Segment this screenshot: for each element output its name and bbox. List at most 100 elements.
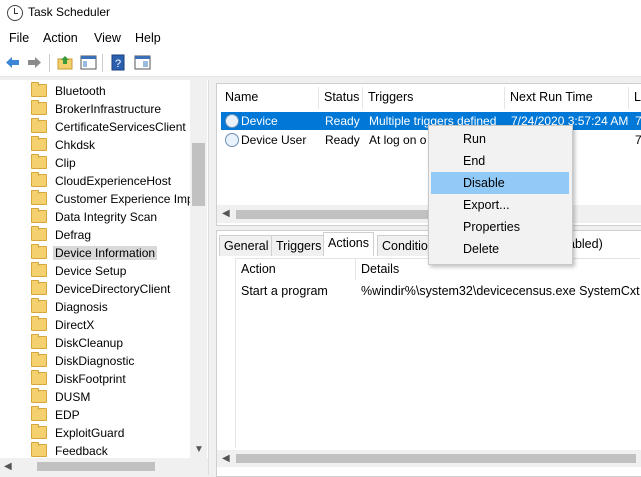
folder-icon (31, 244, 47, 259)
menu-item-export[interactable]: Export... (431, 194, 569, 216)
tree-item-label: ExploitGuard (55, 426, 125, 440)
scroll-left-arrow-icon[interactable]: ◀ (222, 453, 230, 464)
task-list-hscroll-thumb[interactable] (236, 210, 436, 219)
tree-item[interactable]: DiskCleanup (31, 334, 125, 352)
folder-icon (31, 316, 47, 331)
tree-item[interactable]: DiskDiagnostic (31, 352, 136, 370)
action-details[interactable]: %windir%\system32\devicecensus.exe Syste… (361, 284, 640, 298)
tab-settings-partial[interactable]: abled) (568, 237, 603, 251)
toolbar-separator (102, 54, 103, 72)
folder-icon (31, 424, 47, 439)
folder-icon (31, 82, 47, 97)
tree-item[interactable]: DirectX (31, 316, 96, 334)
menu-bar: File Action View Help (0, 28, 641, 50)
menu-file[interactable]: File (9, 31, 29, 45)
tree-scroll-thumb[interactable] (192, 143, 205, 206)
menu-item-run[interactable]: Run (431, 128, 569, 150)
tree-item[interactable]: Device Setup (31, 262, 128, 280)
details-hscroll-thumb[interactable] (236, 454, 636, 463)
tree-item[interactable]: CertificateServicesClient (31, 118, 188, 136)
tree-item[interactable]: EDP (31, 406, 82, 424)
tree-item-label: EDP (55, 408, 80, 422)
tree-item-label: DeviceDirectoryClient (55, 282, 171, 296)
tree-item-label: CloudExperienceHost (55, 174, 172, 188)
up-folder-icon[interactable] (57, 54, 74, 71)
folder-icon (31, 280, 47, 295)
menu-item-properties[interactable]: Properties (431, 216, 569, 238)
tree-item[interactable]: DeviceDirectoryClient (31, 280, 172, 298)
folder-icon (31, 352, 47, 367)
col-status[interactable]: Status (324, 90, 359, 104)
scroll-left-arrow-icon[interactable]: ◀ (222, 208, 230, 219)
folder-icon (31, 190, 47, 205)
tree-item[interactable]: Device Information (31, 244, 158, 262)
tree-item-label: DiskCleanup (55, 336, 124, 350)
folder-icon (31, 118, 47, 133)
menu-help[interactable]: Help (135, 31, 161, 45)
show-hide-pane-icon[interactable] (80, 54, 97, 71)
task-details-pane (216, 230, 641, 477)
folder-icon (31, 442, 47, 457)
menu-action[interactable]: Action (43, 31, 78, 45)
task-status: Ready (325, 133, 360, 147)
col-last-run[interactable]: L (634, 90, 641, 104)
folder-icon (31, 406, 47, 421)
tree-item-label: Data Integrity Scan (55, 210, 158, 224)
help-icon[interactable]: ? (110, 54, 127, 71)
tree-item[interactable]: Data Integrity Scan (31, 208, 159, 226)
col-action[interactable]: Action (241, 262, 276, 276)
tree-hscroll-thumb[interactable] (37, 462, 155, 471)
tree-vertical-scrollbar[interactable] (190, 80, 207, 458)
menu-item-disable[interactable]: Disable (431, 172, 569, 194)
tab-general[interactable]: General (219, 235, 274, 256)
task-clock-icon (225, 133, 239, 147)
tree-item-label: DirectX (55, 318, 95, 332)
folder-icon (31, 226, 47, 241)
tree-item-label: Chkdsk (55, 138, 96, 152)
task-clock-icon (225, 114, 239, 128)
folder-icon (31, 388, 47, 403)
context-menu: Run End Disable Export... Properties Del… (428, 125, 573, 265)
tree-item[interactable]: ExploitGuard (31, 424, 126, 442)
col-triggers[interactable]: Triggers (368, 90, 413, 104)
forward-arrow-icon[interactable] (26, 54, 43, 71)
title-bar: Task Scheduler (0, 0, 641, 28)
col-details[interactable]: Details (361, 262, 399, 276)
tree-item[interactable]: CloudExperienceHost (31, 172, 173, 190)
tree-item[interactable]: DiskFootprint (31, 370, 128, 388)
tree-item[interactable]: Bluetooth (31, 82, 108, 100)
tree-item[interactable]: Chkdsk (31, 136, 97, 154)
task-scheduler-clock-icon (7, 5, 23, 21)
tree-item[interactable]: Defrag (31, 226, 93, 244)
col-name[interactable]: Name (225, 90, 258, 104)
menu-view[interactable]: View (94, 31, 121, 45)
window-title: Task Scheduler (28, 5, 111, 19)
tree-item[interactable]: Diagnosis (31, 298, 110, 316)
tree-item[interactable]: Customer Experience Imp (31, 190, 196, 208)
tab-actions[interactable]: Actions (323, 232, 374, 256)
menu-item-end[interactable]: End (431, 150, 569, 172)
task-last-run: 7 (635, 112, 641, 130)
back-arrow-icon[interactable] (4, 54, 21, 71)
tree-item[interactable]: BrokerInfrastructure (31, 100, 163, 118)
tree-item-label: Feedback (55, 444, 108, 458)
tree-item-label: DiskDiagnostic (55, 354, 135, 368)
col-next-run-time[interactable]: Next Run Time (510, 90, 593, 104)
action-type[interactable]: Start a program (241, 284, 328, 298)
tree-item[interactable]: Clip (31, 154, 78, 172)
action-pane-icon[interactable] (134, 54, 151, 71)
tree-item-label: DUSM (55, 390, 91, 404)
scroll-left-arrow-icon[interactable]: ◀ (4, 461, 12, 472)
tab-conditions[interactable]: Conditio (377, 235, 433, 256)
folder-icon (31, 334, 47, 349)
tree-item-label: BrokerInfrastructure (55, 102, 162, 116)
scroll-down-arrow-icon[interactable]: ▼ (194, 444, 204, 455)
menu-item-delete[interactable]: Delete (431, 238, 569, 260)
folder-icon (31, 208, 47, 223)
tree-item-label: Defrag (55, 228, 92, 242)
toolbar: ? (0, 50, 641, 77)
tree-item-label: Bluetooth (55, 84, 106, 98)
tree-item[interactable]: DUSM (31, 388, 92, 406)
tab-triggers[interactable]: Triggers (271, 235, 327, 256)
folder-icon (31, 262, 47, 277)
